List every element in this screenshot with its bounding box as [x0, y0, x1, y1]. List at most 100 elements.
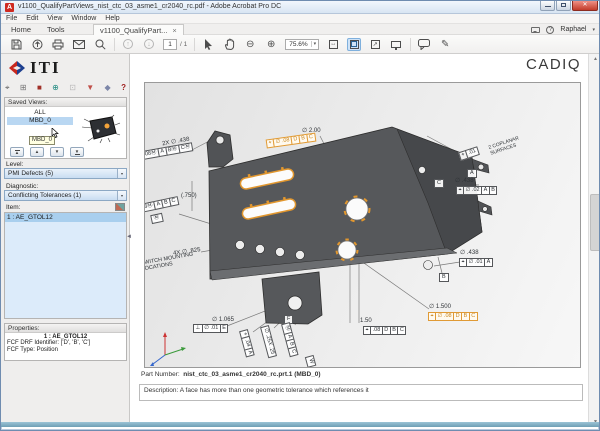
model-icon[interactable]: ■: [37, 83, 42, 93]
acrobat-app-icon: A: [5, 3, 14, 12]
zoom-level-value: 75.6%: [289, 40, 308, 48]
views-icon[interactable]: ⊞: [20, 83, 27, 93]
acrobat-window: A v1100_QualifyPartViews_nist_ctc_03_asm…: [0, 0, 600, 431]
fcf-1-500-highlighted[interactable]: ⌖ ∅ .08 D B C: [428, 312, 478, 321]
filter-icon[interactable]: ▼: [86, 83, 94, 93]
next-page-icon[interactable]: ↓: [142, 38, 156, 51]
description-box: Description: A face has more than one ge…: [139, 384, 583, 401]
select-tool-icon[interactable]: [201, 38, 215, 51]
dim-438-a[interactable]: ∅ .438: [460, 249, 479, 256]
toolbar-separator: [194, 37, 196, 51]
diagnostic-dropdown[interactable]: Conflicting Tolerances (1) ▾: [4, 190, 127, 201]
fit-width-icon[interactable]: ↔: [326, 38, 340, 51]
toolbar-separator: [410, 37, 412, 51]
ear-hole[interactable]: [215, 135, 225, 145]
page-number-input[interactable]: 1: [163, 38, 177, 50]
saved-view-all[interactable]: ALL: [7, 109, 73, 117]
edit-pencil-icon[interactable]: ✎: [438, 38, 452, 51]
properties-title: Properties:: [5, 324, 126, 333]
account-name[interactable]: Raphael: [560, 26, 586, 33]
3d-viewport[interactable]: 2X ∅ .438 ∅.08Ⓜ A BⓂ CⓂ ∅ 2.00 ⌖ ∅ .08 D B C ⌖.…: [144, 82, 581, 368]
share-icon[interactable]: [30, 38, 44, 51]
item-row-selected[interactable]: 1 : AE_GTOL12: [5, 213, 126, 222]
menu-help[interactable]: Help: [105, 15, 119, 22]
dim-1-50[interactable]: 1.50: [360, 318, 372, 324]
tab-bar: Home Tools v1100_QualifyPart... × ? Rapha…: [1, 24, 599, 35]
datum-b[interactable]: B: [439, 273, 449, 282]
comment-icon[interactable]: [417, 38, 431, 51]
vertical-scrollbar[interactable]: ▲ ▼: [588, 54, 599, 427]
dim-1-500[interactable]: ∅ 1.500: [429, 303, 451, 310]
comment-count-icon[interactable]: [531, 26, 541, 33]
last-view-button[interactable]: ▼: [70, 147, 84, 157]
reading-mode-icon[interactable]: [389, 38, 403, 51]
menu-file[interactable]: File: [6, 15, 17, 22]
zoom-caret-icon: ▾: [310, 41, 319, 47]
compare-icon[interactable]: ⊡: [69, 83, 76, 93]
cadiq-sidebar: ITI ⌖ ⊞ ■ ⊕ ⊡ ▼ ◆ ? Saved Views: ALL MBD…: [1, 54, 130, 427]
scrollbar-thumb[interactable]: [590, 194, 599, 251]
report-icon[interactable]: ◆: [105, 83, 111, 93]
menu-window[interactable]: Window: [71, 15, 96, 22]
window-bottom-border: [1, 422, 599, 427]
level-label: Level:: [6, 161, 24, 168]
fcf-1-065[interactable]: ⊥ ∅ .01 E: [193, 324, 229, 333]
fullscreen-icon[interactable]: ↗: [368, 38, 382, 51]
minimize-button[interactable]: [540, 1, 555, 11]
email-icon[interactable]: [72, 38, 86, 51]
menu-bar: File Edit View Window Help: [1, 14, 599, 24]
level-dropdown[interactable]: PMI Defects (5) ▾: [4, 168, 127, 179]
saved-view-mbd0[interactable]: MBD_0: [7, 117, 73, 125]
zoom-in-icon[interactable]: ⊕: [264, 38, 278, 51]
axes-icon[interactable]: ⊕: [52, 83, 59, 93]
diagnostic-caret-icon[interactable]: ▾: [117, 191, 126, 200]
scroll-up-icon[interactable]: ▲: [590, 54, 599, 64]
tab-home[interactable]: Home: [5, 24, 37, 35]
menu-view[interactable]: View: [47, 15, 62, 22]
tab-close-icon[interactable]: ×: [172, 26, 176, 35]
print-icon[interactable]: [51, 38, 65, 51]
help-icon[interactable]: ?: [546, 25, 555, 34]
zoom-level-select[interactable]: 75.6% ▾: [285, 38, 320, 50]
view-nav-buttons: ▲ ▲ ▼ ▼: [10, 147, 84, 157]
datum-c[interactable]: C: [434, 179, 444, 188]
hand-tool-icon[interactable]: [222, 38, 236, 51]
tab-tools[interactable]: Tools: [41, 24, 71, 35]
previous-view-button[interactable]: ▲: [30, 147, 44, 157]
pan-icon[interactable]: ⌖: [5, 83, 10, 93]
fcf-438-a[interactable]: ⌖ ∅ .01 A: [459, 258, 493, 267]
sidebar-help-icon[interactable]: ?: [121, 83, 126, 93]
title-bar[interactable]: A v1100_QualifyPartViews_nist_ctc_03_asm…: [1, 1, 599, 14]
zoom-out-icon[interactable]: ⊖: [243, 38, 257, 51]
document-pane: CADIQ 2X ∅ .438 ∅.08Ⓜ A BⓂ CⓂ ∅ 2.00 ⌖ ∅…: [131, 54, 599, 427]
dim-750[interactable]: (.750): [181, 193, 197, 199]
properties-panel: Properties: 1 : AE_GTOL12 FCF DRF Identi…: [4, 323, 127, 361]
content-area: ITI ⌖ ⊞ ■ ⊕ ⊡ ▼ ◆ ? Saved Views: ALL MBD…: [1, 54, 599, 427]
item-label: Item:: [6, 204, 21, 211]
menu-edit[interactable]: Edit: [26, 15, 38, 22]
dim-438-c[interactable]: ∅ .438: [455, 177, 474, 184]
fcf-438-c[interactable]: ⌖ ∅ .02 A B: [456, 186, 498, 195]
fcf-1-50[interactable]: ⌖ .08 D B C: [363, 326, 407, 335]
tab-hole[interactable]: [287, 295, 303, 311]
fit-page-icon[interactable]: [347, 37, 362, 51]
search-icon[interactable]: [93, 38, 107, 51]
first-view-button[interactable]: ▲: [10, 147, 24, 157]
level-value: PMI Defects (5): [8, 170, 54, 177]
toolbar-separator: [114, 37, 115, 51]
maximize-button[interactable]: [556, 1, 571, 11]
iti-logo-text: ITI: [30, 58, 61, 77]
item-list-icon[interactable]: [115, 203, 125, 211]
coordinate-triad-icon: [150, 332, 186, 366]
save-icon[interactable]: [9, 38, 23, 51]
next-view-button[interactable]: ▼: [50, 147, 64, 157]
previous-page-icon[interactable]: ↑: [121, 38, 135, 51]
item-list[interactable]: 1 : AE_GTOL12: [4, 212, 127, 319]
dim-1-065[interactable]: ∅ 1.065: [212, 316, 234, 323]
account-caret-icon[interactable]: ▾: [592, 27, 595, 33]
close-button[interactable]: ✕: [572, 1, 598, 11]
iti-logo: ITI: [7, 58, 61, 78]
view-thumbnail[interactable]: [80, 113, 122, 145]
level-caret-icon[interactable]: ▾: [117, 169, 126, 178]
tab-document[interactable]: v1100_QualifyPart... ×: [93, 24, 184, 35]
